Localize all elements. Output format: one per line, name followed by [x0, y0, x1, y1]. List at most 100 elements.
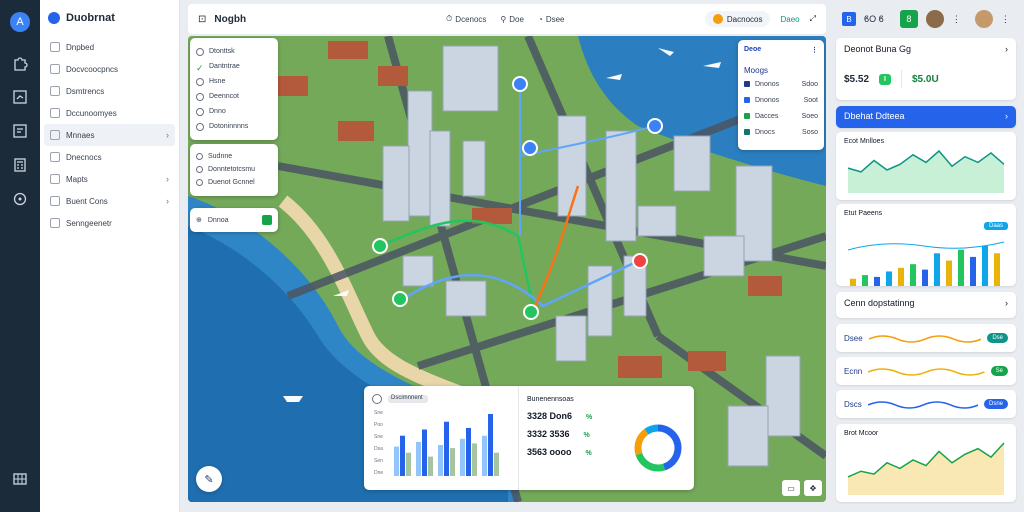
puzzle-icon[interactable]	[11, 54, 29, 72]
sidebar-item-1[interactable]: Docvcoocpncs	[44, 58, 175, 80]
chart2-title: Etut Paeens	[844, 210, 883, 217]
avatar-secondary[interactable]	[974, 10, 993, 28]
nav-item-icon	[50, 42, 60, 52]
sidebar-item-label: Senngeenetr	[66, 218, 112, 228]
nav-item-icon	[50, 108, 60, 118]
sidebar-item-2[interactable]: Dsmtrencs	[44, 80, 175, 102]
mini-tag[interactable]: Se	[990, 366, 1008, 376]
layers-toggle[interactable]: ⊕ Dnnoa	[190, 208, 278, 232]
screen-icon[interactable]: ▭	[782, 480, 800, 496]
calculator-icon[interactable]	[11, 156, 29, 174]
bottom-chart-card: Brot Mcoor	[836, 424, 1016, 502]
grid-icon[interactable]	[11, 470, 29, 488]
mini-row-2[interactable]: Dscs Dsne	[836, 390, 1016, 418]
area-chart	[847, 442, 1005, 495]
settings-icon[interactable]	[372, 394, 382, 404]
sidebar-item-label: Dsmtrencs	[66, 86, 105, 96]
layer2-row-1[interactable]: Donntetotcsmu	[196, 163, 272, 176]
header-label: ϐO ϐ	[864, 14, 884, 24]
mini-row-0[interactable]: Dsee Dse	[836, 324, 1016, 352]
header-link[interactable]: Daeo	[780, 15, 799, 24]
balance-left: $5.52	[844, 73, 870, 85]
sidebar-item-8[interactable]: Senngeenetr	[44, 212, 175, 234]
notification-button[interactable]: 8	[899, 10, 918, 28]
layer-label: Dantntrae	[209, 63, 240, 70]
chart1-title: Ecot Mnlloes	[844, 138, 885, 145]
sidebar-item-0[interactable]: Dnpbed	[44, 36, 175, 58]
layer-row-0[interactable]: Dtonttsk	[196, 44, 272, 59]
brand[interactable]: Duobrnat	[40, 0, 179, 36]
mini-tag[interactable]: Dse	[987, 333, 1008, 343]
layer-row-4[interactable]: Dnno	[196, 104, 272, 119]
chart-icon[interactable]	[11, 88, 29, 106]
trend-bar	[874, 276, 880, 286]
radio-icon	[196, 179, 203, 186]
figure-value: 3563 oooo	[527, 447, 572, 457]
bar	[488, 414, 493, 476]
stats-panel: Dscimnnent Sne Poo Sne Dsa Sen Dne Bunenennso…	[364, 386, 694, 490]
figure-value: 3332 3536	[527, 429, 570, 439]
mini-tag[interactable]: Dsne	[983, 399, 1008, 409]
chevron-right-icon: ›	[1005, 298, 1008, 308]
trend-bar	[922, 269, 928, 286]
layer-row-3[interactable]: Deenncot	[196, 89, 272, 104]
legend-label: Dnonos	[755, 96, 780, 104]
balance-tag[interactable]: I	[879, 73, 891, 85]
expand-icon[interactable]: ⤢	[810, 14, 816, 24]
figure-value: 3328 Don6	[527, 411, 573, 421]
clock-icon: ⏱	[446, 14, 453, 23]
more-icon[interactable]: ⋮	[1001, 14, 1010, 25]
sidebar-item-label: Docvcoocpncs	[66, 64, 119, 74]
layers-panel: Dtonttsk ✓ Dantntrae Hsne Deenncot Dnno Dotoni…	[190, 38, 278, 140]
chevron-right-icon[interactable]: ›	[1005, 44, 1008, 54]
window-icon[interactable]: ⊡	[198, 14, 206, 25]
layer-row-2[interactable]: Hsne	[196, 74, 272, 89]
legend-label: Dnonos	[755, 80, 780, 88]
compass-icon[interactable]	[11, 190, 29, 208]
layer2-row-0[interactable]: Sudnne	[196, 150, 272, 163]
sidebar-item-5[interactable]: Dnecnocs	[44, 146, 175, 168]
radio-icon	[196, 107, 204, 116]
layer-row-1[interactable]: ✓ Dantntrae	[196, 59, 272, 74]
legend-title: Deoe	[744, 46, 762, 53]
nav-item-icon	[50, 174, 60, 184]
avatar[interactable]	[925, 10, 944, 28]
toggle-switch[interactable]	[262, 215, 272, 225]
layer-row-5[interactable]: Dotoninnnns	[196, 119, 272, 134]
image-icon[interactable]	[11, 122, 29, 140]
bar	[400, 435, 405, 476]
blue-action-bar[interactable]: Dbehat Ddteea ›	[836, 106, 1016, 128]
layer-label: Dotoninnnns	[209, 123, 249, 130]
mini-row-1[interactable]: Ecnn Se	[836, 357, 1016, 385]
trend-bar	[934, 253, 940, 286]
y-tick-label: Sne	[374, 410, 383, 416]
sparkline	[867, 401, 978, 409]
pen-tool-button[interactable]: ✎	[196, 466, 222, 492]
main-header: ⊡ Nogbh ⏱ Dcenocs ⚲ Doe ◔ Dsee Dacnocos Dae…	[188, 4, 826, 34]
app-logo[interactable]: A	[10, 12, 30, 32]
layers-panel-secondary: Sudnne Donntetotcsmu Duenot Gcnnel	[190, 144, 278, 196]
bar	[450, 448, 455, 476]
sidebar-item-label: Dnecnocs	[66, 152, 102, 162]
section-header[interactable]: Cenn dopstatinng ›	[836, 292, 1016, 318]
layer2-row-2[interactable]: Duenot Gcnnel	[196, 176, 272, 189]
city-map[interactable]: Dtonttsk ✓ Dantntrae Hsne Deenncot Dnno Dotoni…	[188, 36, 826, 502]
tab-1[interactable]: ⚲ Doe	[500, 14, 524, 24]
menu-icon[interactable]: ⋮	[952, 14, 961, 25]
collapse-icon[interactable]: ⋮	[811, 46, 818, 54]
trend-bar	[850, 278, 856, 286]
brand-badge-icon[interactable]: B	[842, 12, 856, 26]
status-pill[interactable]: Dacnocos	[704, 11, 771, 27]
chart2-badge[interactable]: Daas	[983, 222, 1008, 230]
sidebar-item-6[interactable]: Mapts ›	[44, 168, 175, 190]
bar	[406, 452, 411, 476]
tab-2[interactable]: ◔ Dsee	[538, 14, 565, 24]
layer-label: Deenncot	[209, 93, 239, 100]
move-icon[interactable]: ✥	[804, 480, 822, 496]
sidebar-item-4[interactable]: Mnnaes ›	[44, 124, 175, 146]
sidebar-item-7[interactable]: Buent Cons ›	[44, 190, 175, 212]
nav-item-icon	[50, 86, 60, 96]
sidebar-item-3[interactable]: Dccunoomyes	[44, 102, 175, 124]
tab-0[interactable]: ⏱ Dcenocs	[446, 14, 486, 24]
y-tick-label: Poo	[374, 422, 383, 428]
